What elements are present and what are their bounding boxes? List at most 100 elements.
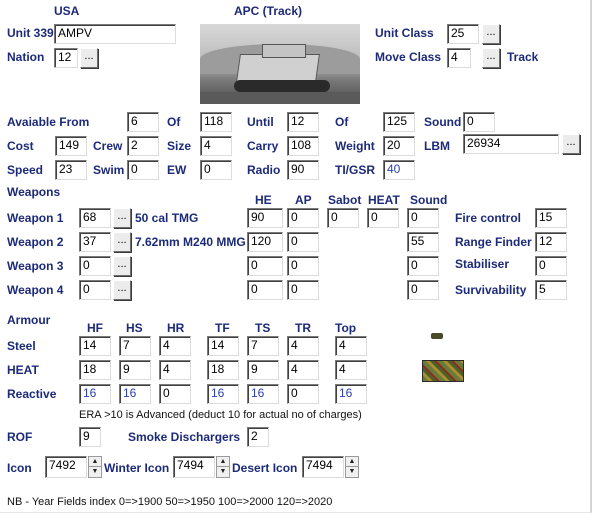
weapon-2-he-field[interactable]: 120 [247,232,283,252]
unit-type-title: APC (Track) [234,4,303,18]
steel-tf-field[interactable]: 14 [207,336,239,356]
weapon-3-picker-button[interactable]: ... [113,256,131,276]
stabiliser-field[interactable]: 0 [535,256,567,276]
spin-down-icon[interactable]: ▼ [217,467,229,477]
heat-top-field[interactable]: 4 [335,360,367,380]
sound-field[interactable]: 0 [463,112,495,132]
spin-up-icon[interactable]: ▲ [217,457,229,467]
rof-field[interactable]: 9 [79,427,101,447]
weapon-1-ap-field[interactable]: 0 [287,208,319,228]
lbm-picker-button[interactable]: ... [562,134,580,154]
desert-icon-field[interactable]: 7494 [302,456,344,478]
weapon-1-he-field[interactable]: 90 [247,208,283,228]
unit-class-field[interactable]: 25 [447,24,479,44]
reactive-ts-field[interactable]: 16 [247,384,279,404]
weapon-1-sabot-field[interactable]: 0 [327,208,359,228]
cost-field[interactable]: 149 [55,136,87,156]
weapon-4-he-field[interactable]: 0 [247,280,283,300]
move-class-field[interactable]: 4 [447,48,471,68]
weapon-4-picker-button[interactable]: ... [113,280,131,300]
heat-tf-field[interactable]: 18 [207,360,239,380]
heat-hs-field[interactable]: 9 [119,360,151,380]
weapon-4-id-field[interactable]: 0 [79,280,111,300]
weapon-2-id-field[interactable]: 37 [79,232,111,252]
heat-hr-field[interactable]: 4 [159,360,191,380]
steel-hr-field[interactable]: 4 [159,336,191,356]
range-finder-label: Range Finder [455,235,532,249]
range-finder-field[interactable]: 12 [535,232,567,252]
crew-field[interactable]: 2 [127,136,159,156]
until-year-field[interactable]: 125 [383,112,415,132]
lbm-field[interactable]: 26934 [463,134,559,154]
available-from-label: Avaiable From [7,115,90,129]
move-class-name: Track [507,50,539,64]
survivability-field[interactable]: 5 [535,280,567,300]
survivability-label: Survivability [455,283,527,297]
carry-field[interactable]: 108 [287,136,319,156]
icon-field[interactable]: 7492 [45,456,87,478]
weapon-2-picker-button[interactable]: ... [113,232,131,252]
steel-hf-field[interactable]: 14 [79,336,111,356]
weapon-4-ap-field[interactable]: 0 [287,280,319,300]
weapon-3-sound-field[interactable]: 0 [407,256,439,276]
weapon-3-id-field[interactable]: 0 [79,256,111,276]
reactive-hr-field[interactable]: 0 [159,384,191,404]
winter-icon-spinner[interactable]: ▲ ▼ [216,456,230,478]
reactive-tf-field[interactable]: 16 [207,384,239,404]
spin-down-icon[interactable]: ▼ [346,467,358,477]
icon-spinner[interactable]: ▲ ▼ [88,456,102,478]
tigsr-field[interactable]: 40 [383,160,415,180]
spin-up-icon[interactable]: ▲ [89,457,101,467]
unit-class-picker-button[interactable]: ... [482,24,500,44]
weapon-1-heat-field[interactable]: 0 [367,208,399,228]
available-from-month-field[interactable]: 6 [127,112,159,132]
spin-down-icon[interactable]: ▼ [89,467,101,477]
cost-label: Cost [7,139,34,153]
heat-ts-field[interactable]: 9 [247,360,279,380]
winter-icon-field[interactable]: 7494 [173,456,215,478]
smoke-dischargers-field[interactable]: 2 [247,427,269,447]
steel-tr-field[interactable]: 4 [287,336,319,356]
weapon-3-label: Weapon 3 [7,259,64,273]
size-field[interactable]: 4 [200,136,232,156]
until-month-field[interactable]: 12 [287,112,319,132]
reactive-tr-field[interactable]: 0 [287,384,319,404]
weapon-1-picker-button[interactable]: ... [113,208,131,228]
smoke-dischargers-label: Smoke Dischargers [128,430,241,444]
reactive-hf-field[interactable]: 16 [79,384,111,404]
move-class-picker-button[interactable]: ... [482,48,500,68]
reactive-top-field[interactable]: 16 [335,384,367,404]
steel-label: Steel [7,339,36,353]
carry-label: Carry [247,139,279,153]
steel-top-field[interactable]: 4 [335,336,367,356]
nation-field[interactable]: 12 [54,48,78,68]
weapon-3-ap-field[interactable]: 0 [287,256,319,276]
weapon-4-sound-field[interactable]: 0 [407,280,439,300]
weapon-4-label: Weapon 4 [7,283,64,297]
nation-name: USA [54,4,80,18]
speed-label: Speed [7,163,44,177]
weight-field[interactable]: 20 [383,136,415,156]
tigsr-label: TI/GSR [335,163,376,177]
fire-control-field[interactable]: 15 [535,208,567,228]
heat-tr-field[interactable]: 4 [287,360,319,380]
steel-hs-field[interactable]: 7 [119,336,151,356]
steel-ts-field[interactable]: 7 [247,336,279,356]
unit-name-field[interactable]: AMPV [54,24,176,44]
ew-field[interactable]: 0 [200,160,232,180]
radio-field[interactable]: 90 [287,160,319,180]
weapon-2-sound-field[interactable]: 55 [407,232,439,252]
weapon-1-id-field[interactable]: 68 [79,208,111,228]
nation-picker-button[interactable]: ... [80,48,98,68]
heat-hf-field[interactable]: 18 [79,360,111,380]
spin-up-icon[interactable]: ▲ [346,457,358,467]
desert-icon-spinner[interactable]: ▲ ▼ [345,456,359,478]
reactive-hs-field[interactable]: 16 [119,384,151,404]
available-from-year-field[interactable]: 118 [200,112,232,132]
weapon-2-ap-field[interactable]: 0 [287,232,319,252]
weapon-3-he-field[interactable]: 0 [247,256,283,276]
swim-field[interactable]: 0 [127,160,159,180]
year-index-note: NB - Year Fields index 0=>1900 50=>1950 … [7,496,333,508]
weapon-1-sound-field[interactable]: 0 [407,208,439,228]
speed-field[interactable]: 23 [55,160,87,180]
